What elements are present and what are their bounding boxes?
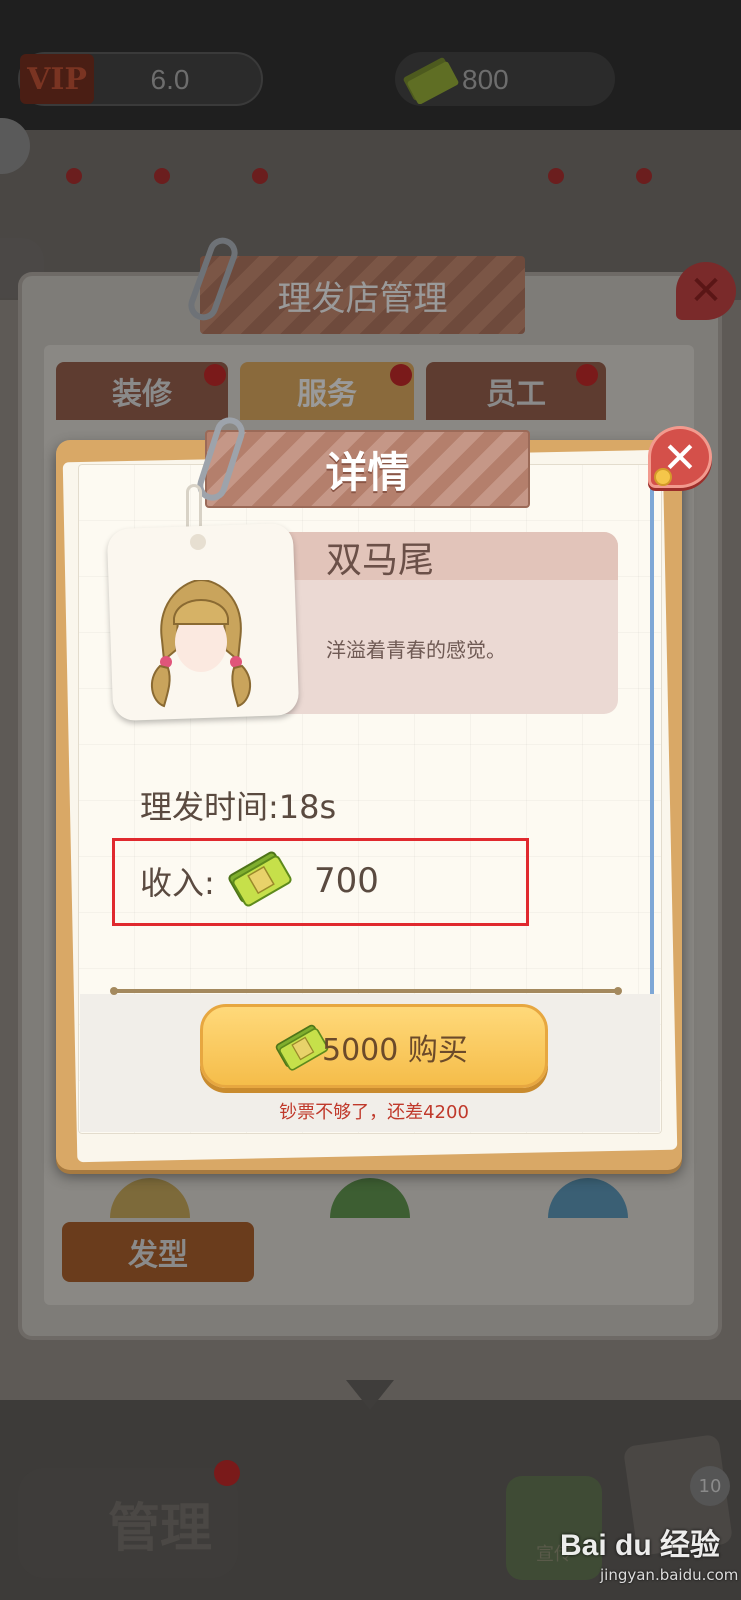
notification-dot (204, 364, 226, 386)
income-value: 700 (314, 861, 379, 901)
twin-tails-hairstyle-icon (150, 580, 252, 708)
money-balance: 800 (462, 64, 509, 95)
divider-cap (614, 987, 622, 995)
close-icon[interactable]: ✕ (676, 262, 736, 320)
banknote-stack-icon (403, 57, 459, 104)
income-label: 收入: (140, 864, 215, 902)
buy-button-label: 5000 购买 (322, 1033, 468, 1068)
ceiling-lamp (636, 168, 652, 184)
notification-dot (390, 364, 412, 386)
divider (112, 989, 620, 993)
haircut-time: 理发时间:18s (140, 788, 337, 826)
hairstyle-category-tab[interactable]: 发型 (62, 1222, 254, 1282)
vip-level-value: 6.0 (150, 64, 190, 95)
shop-management-title: 理发店管理 (200, 256, 525, 334)
tab-service[interactable]: 服务 (240, 362, 414, 420)
divider-cap (110, 987, 118, 995)
manage-button-label: 管理 (108, 1498, 213, 1559)
tag-hole (190, 534, 206, 550)
watermark-url: jingyan.baidu.com (600, 1566, 739, 1584)
ceiling-lamp (252, 168, 268, 184)
hairstyle-description: 洋溢着青春的感觉。 (326, 637, 506, 662)
notification-dot (214, 1460, 240, 1486)
insufficient-funds-note: 钞票不够了，还差4200 (279, 1102, 469, 1123)
ceiling-lamp (548, 168, 564, 184)
banknote-stack-icon (228, 851, 292, 907)
hairstyle-name: 双马尾 (326, 540, 435, 581)
tab-decoration[interactable]: 装修 (56, 362, 228, 420)
scroll-down-arrow-icon[interactable] (346, 1380, 394, 1410)
ceiling-lamp (66, 168, 82, 184)
close-button-decoration (654, 468, 672, 486)
ceiling-lamp (154, 168, 170, 184)
notification-dot (576, 364, 598, 386)
detail-dialog-title: 详情 (205, 430, 530, 508)
notes-count-badge: 10 (690, 1466, 730, 1506)
vip-badge: VIP (20, 54, 94, 104)
